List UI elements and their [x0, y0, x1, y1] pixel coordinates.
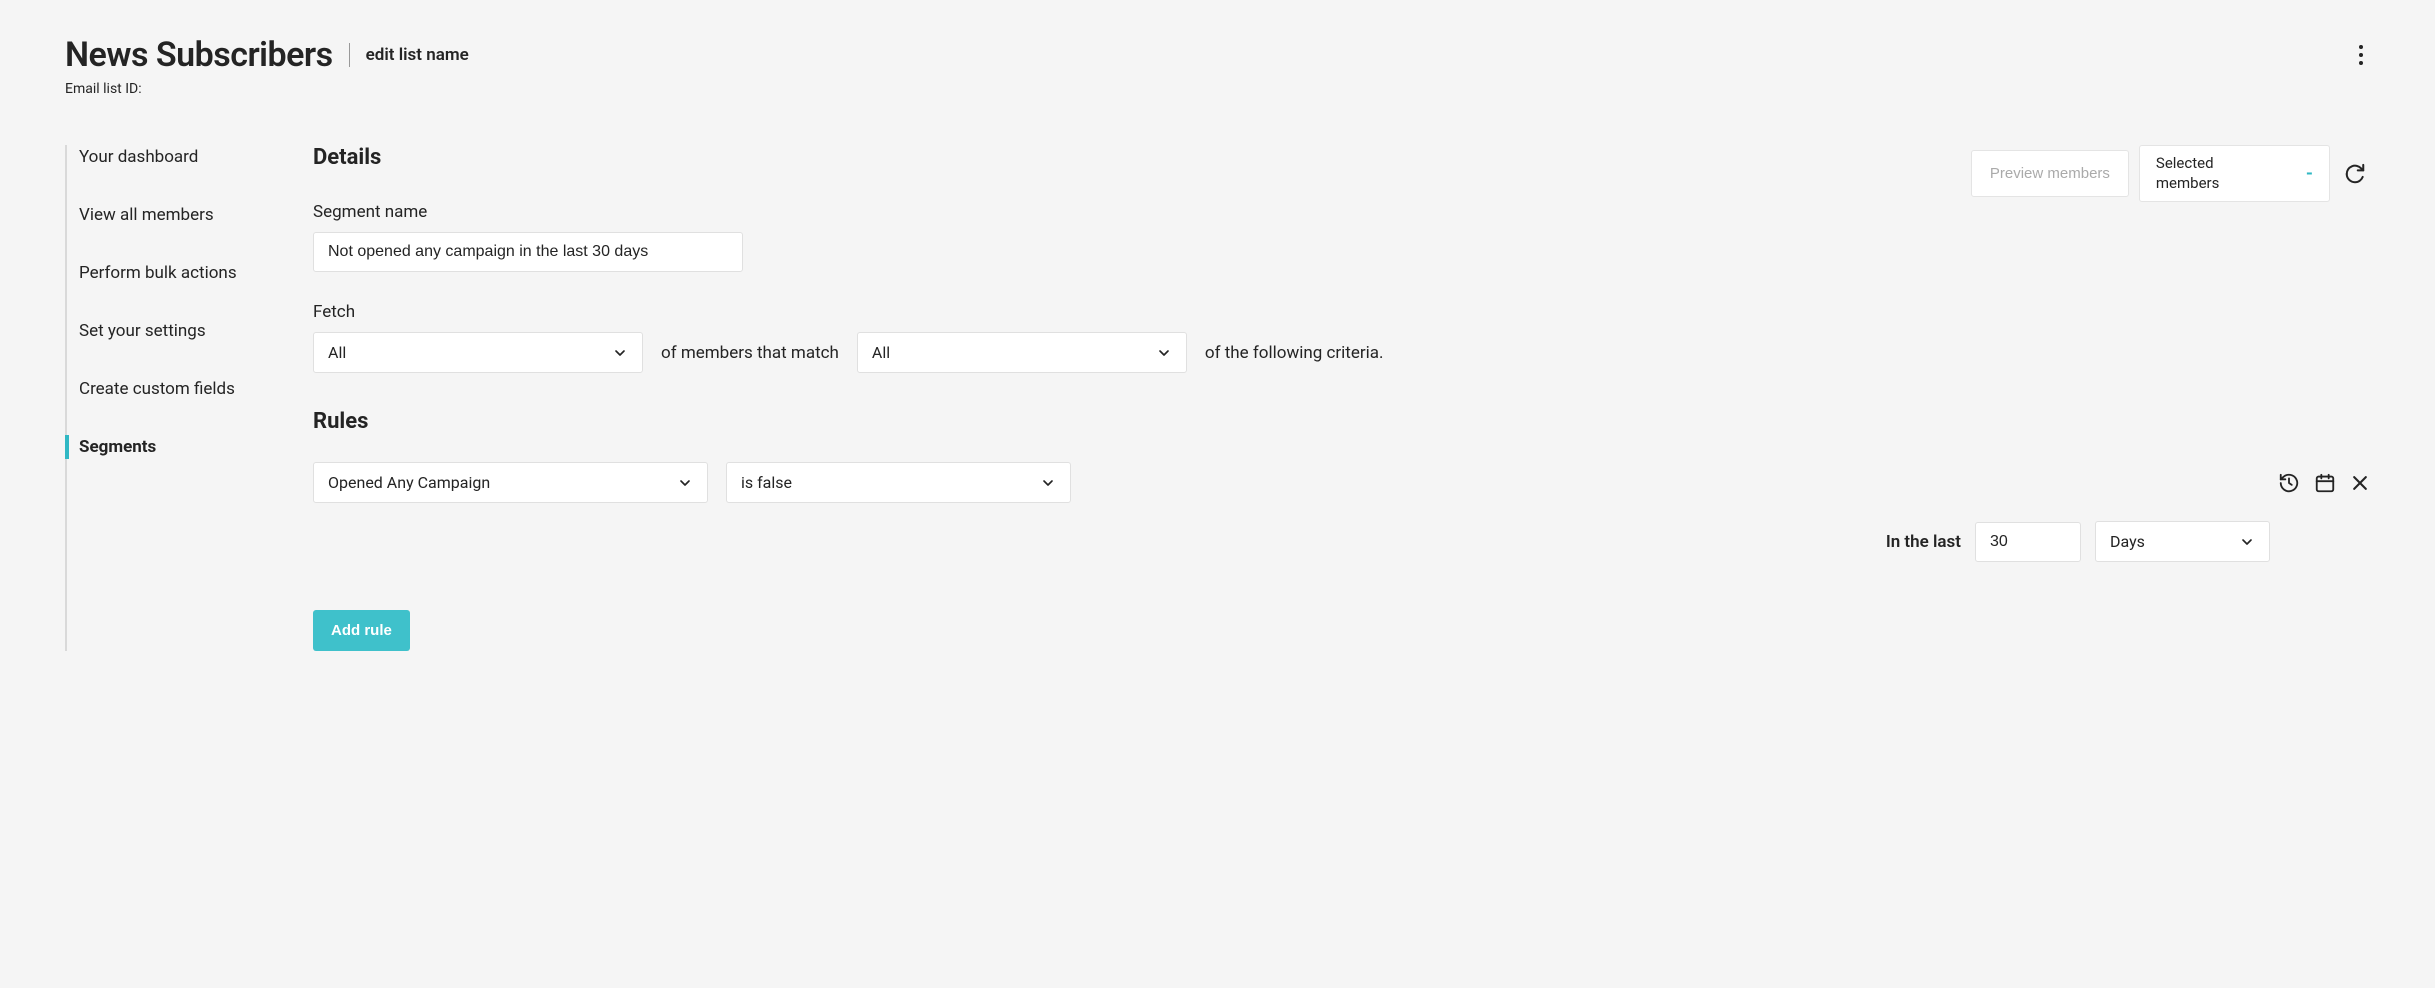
rule-timeframe-row: In the last Days [313, 521, 2370, 562]
sidebar-item-segments[interactable]: Segments [67, 435, 313, 459]
rule-field-select[interactable]: Opened Any Campaign [313, 462, 708, 503]
edit-list-name-link[interactable]: edit list name [366, 45, 469, 65]
calendar-icon [2314, 472, 2336, 494]
timeframe-value-input[interactable] [1975, 522, 2081, 562]
chevron-down-icon [1156, 345, 1172, 361]
more-options-button[interactable] [2352, 38, 2370, 72]
selected-members-value: - [2306, 163, 2313, 184]
rule-history-button[interactable] [2278, 472, 2300, 494]
fetch-scope-select[interactable]: All [313, 332, 643, 373]
rule-operator-value: is false [741, 473, 792, 492]
sidebar-item-settings[interactable]: Set your settings [67, 319, 313, 343]
rule-date-button[interactable] [2314, 472, 2336, 494]
segment-name-input[interactable] [313, 232, 743, 272]
fetch-scope-value: All [328, 343, 346, 362]
rules-heading: Rules [313, 409, 2370, 434]
timeframe-unit-value: Days [2110, 532, 2145, 551]
chevron-down-icon [677, 475, 693, 491]
more-vertical-icon [2358, 44, 2364, 66]
divider [349, 43, 350, 67]
sidebar-item-bulk-actions[interactable]: Perform bulk actions [67, 261, 313, 285]
main-content: Details Preview members Selected members… [313, 145, 2370, 651]
fetch-field: Fetch All of members that match All [313, 302, 2370, 373]
fetch-mid-text: of members that match [661, 343, 839, 363]
chevron-down-icon [612, 345, 628, 361]
header-left: News Subscribers edit list name [65, 35, 469, 75]
sidebar: Your dashboard View all members Perform … [65, 145, 313, 651]
add-rule-button[interactable]: Add rule [313, 610, 410, 651]
close-icon [2350, 473, 2370, 493]
fetch-tail-text: of the following criteria. [1205, 343, 1384, 363]
page-title: News Subscribers [65, 35, 333, 75]
page-header: News Subscribers edit list name [65, 35, 2370, 75]
email-list-id-label: Email list ID: [65, 81, 2370, 97]
sidebar-item-custom-fields[interactable]: Create custom fields [67, 377, 313, 401]
timeframe-unit-select[interactable]: Days [2095, 521, 2270, 562]
rule-delete-button[interactable] [2350, 473, 2370, 493]
selected-members-box: Selected members - [2139, 145, 2330, 202]
segment-name-label: Segment name [313, 202, 2370, 222]
details-heading: Details [313, 145, 381, 170]
preview-members-button[interactable]: Preview members [1971, 150, 2129, 197]
refresh-icon [2344, 163, 2366, 185]
timeframe-label: In the last [1886, 532, 1961, 552]
refresh-button[interactable] [2340, 159, 2370, 189]
selected-members-label: Selected members [2156, 154, 2236, 193]
sidebar-item-dashboard[interactable]: Your dashboard [67, 145, 313, 169]
fetch-label: Fetch [313, 302, 2370, 322]
chevron-down-icon [2239, 534, 2255, 550]
preview-controls: Preview members Selected members - [1971, 145, 2370, 202]
rule-operator-select[interactable]: is false [726, 462, 1071, 503]
rule-row: Opened Any Campaign is false [313, 462, 2370, 503]
sidebar-item-view-members[interactable]: View all members [67, 203, 313, 227]
segment-name-field: Segment name [313, 202, 2370, 272]
fetch-match-value: All [872, 343, 890, 362]
rule-field-value: Opened Any Campaign [328, 473, 490, 492]
fetch-match-select[interactable]: All [857, 332, 1187, 373]
chevron-down-icon [1040, 475, 1056, 491]
history-icon [2278, 472, 2300, 494]
